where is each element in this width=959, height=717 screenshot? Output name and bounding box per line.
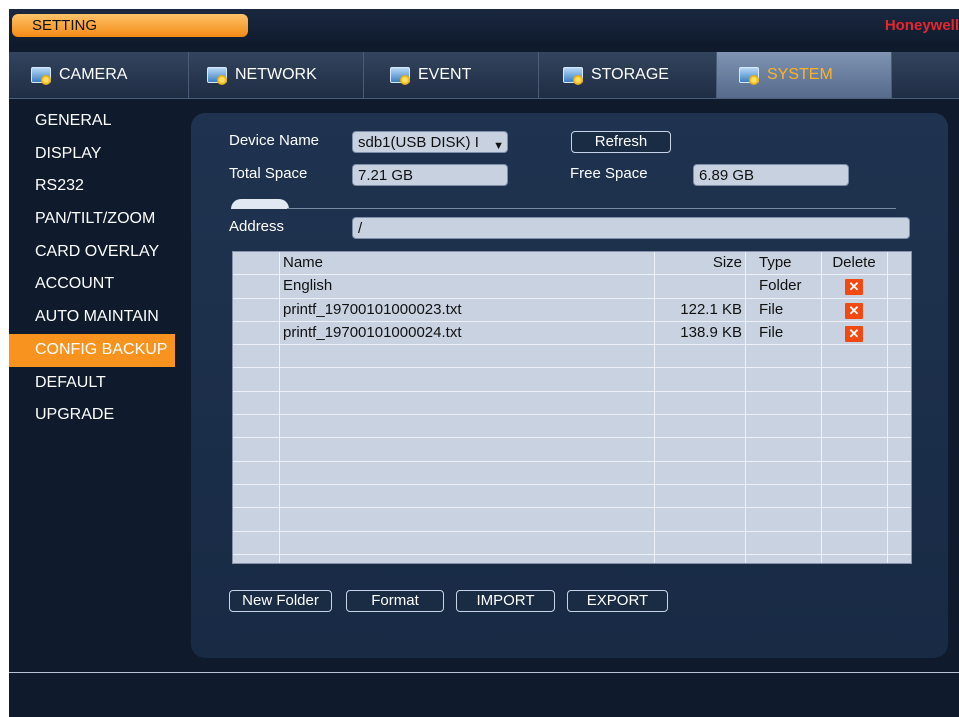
format-button[interactable]: Format (346, 590, 444, 612)
sidebar-item-rs232[interactable]: RS232 (9, 170, 175, 203)
empty-row (233, 368, 911, 392)
footer-divider (9, 672, 959, 673)
sidebar-item-upgrade[interactable]: UPGRADE (9, 399, 175, 432)
subtab-indicator[interactable] (231, 199, 289, 209)
main-tabs: CAMERA NETWORK EVENT STORAGE SYSTEM (9, 52, 959, 99)
device-name-select[interactable]: sdb1(USB DISK) I ▼ (352, 131, 508, 153)
file-name: printf_19700101000024.txt (283, 323, 462, 341)
device-name-value: sdb1(USB DISK) I (358, 134, 479, 151)
empty-row (233, 532, 911, 555)
free-space-label: Free Space (570, 165, 648, 182)
total-space-field: 7.21 GB (352, 164, 508, 186)
address-field[interactable]: / (352, 217, 910, 239)
sidebar-item-auto-maintain[interactable]: AUTO MAINTAIN (9, 301, 175, 334)
table-row[interactable]: printf_19700101000024.txt 138.9 KB File … (233, 322, 911, 346)
file-type: File (759, 300, 784, 318)
address-label: Address (229, 218, 285, 235)
delete-icon[interactable]: ✕ (845, 302, 863, 319)
table-row[interactable]: English Folder ✕ (233, 275, 911, 299)
event-icon (390, 65, 412, 85)
delete-icon[interactable]: ✕ (845, 279, 863, 296)
empty-row (233, 415, 911, 439)
empty-row (233, 392, 911, 416)
sidebar-item-pan-tilt-zoom[interactable]: PAN/TILT/ZOOM (9, 203, 175, 236)
subtab-divider (287, 208, 896, 209)
header-size[interactable]: Size (654, 252, 742, 274)
empty-row (233, 508, 911, 532)
dvr-settings-screen: SETTING Honeywell CAMERA NETWORK EVENT S… (9, 9, 959, 717)
top-bar: SETTING Honeywell (9, 9, 959, 44)
empty-row (233, 555, 911, 563)
tab-network[interactable]: NETWORK (189, 52, 364, 98)
file-size: 122.1 KB (680, 300, 742, 318)
delete-cell: ✕ (821, 299, 887, 321)
tab-event[interactable]: EVENT (364, 52, 539, 98)
header-delete: Delete (832, 254, 876, 271)
sidebar-item-general[interactable]: GENERAL (9, 105, 175, 138)
header-name[interactable]: Name (283, 252, 643, 274)
import-button[interactable]: IMPORT (456, 590, 555, 612)
tab-camera-label: CAMERA (59, 66, 128, 83)
file-size (654, 275, 742, 297)
file-size: 138.9 KB (680, 323, 742, 341)
setting-title: SETTING (12, 14, 248, 37)
camera-icon (31, 65, 53, 85)
config-backup-panel: Device Name sdb1(USB DISK) I ▼ Refresh T… (191, 113, 948, 658)
brand-logo: Honeywell (884, 17, 959, 34)
network-icon (207, 65, 229, 85)
table-row[interactable]: printf_19700101000023.txt 122.1 KB File … (233, 299, 911, 322)
new-folder-button[interactable]: New Folder (229, 590, 332, 612)
delete-cell: ✕ (821, 322, 887, 344)
file-table: Name Size Type Delete English Folder ✕ p… (232, 251, 912, 564)
sidebar-item-default[interactable]: DEFAULT (9, 367, 175, 400)
empty-row (233, 462, 911, 485)
file-type: File (759, 323, 784, 341)
sidebar-item-card-overlay[interactable]: CARD OVERLAY (9, 236, 175, 269)
file-name: English (283, 277, 333, 295)
tab-storage-label: STORAGE (591, 66, 669, 83)
refresh-button[interactable]: Refresh (571, 131, 671, 153)
system-icon (739, 65, 761, 85)
empty-row (233, 345, 911, 369)
chevron-down-icon: ▼ (493, 140, 504, 152)
sidebar: GENERAL DISPLAY RS232 PAN/TILT/ZOOM CARD… (9, 105, 175, 432)
file-name: printf_19700101000023.txt (283, 300, 462, 318)
tab-system-label: SYSTEM (767, 66, 833, 83)
tab-event-label: EVENT (418, 66, 472, 83)
device-name-label: Device Name (229, 132, 320, 149)
delete-icon[interactable]: ✕ (845, 325, 863, 342)
storage-icon (563, 65, 585, 85)
sidebar-item-config-backup[interactable]: CONFIG BACKUP (9, 333, 175, 367)
empty-row (233, 438, 911, 462)
tab-storage[interactable]: STORAGE (539, 52, 717, 98)
export-button[interactable]: EXPORT (567, 590, 668, 612)
sidebar-item-display[interactable]: DISPLAY (9, 138, 175, 171)
free-space-field: 6.89 GB (693, 164, 849, 186)
tab-network-label: NETWORK (235, 66, 317, 83)
file-type: Folder (759, 277, 802, 295)
tab-system[interactable]: SYSTEM (717, 52, 892, 98)
table-header-row: Name Size Type Delete (233, 252, 911, 276)
total-space-label: Total Space (229, 165, 308, 182)
sidebar-item-account[interactable]: ACCOUNT (9, 268, 175, 301)
delete-cell: ✕ (821, 275, 887, 297)
header-type[interactable]: Type (759, 252, 819, 274)
empty-row (233, 485, 911, 509)
tab-camera[interactable]: CAMERA (9, 52, 189, 98)
